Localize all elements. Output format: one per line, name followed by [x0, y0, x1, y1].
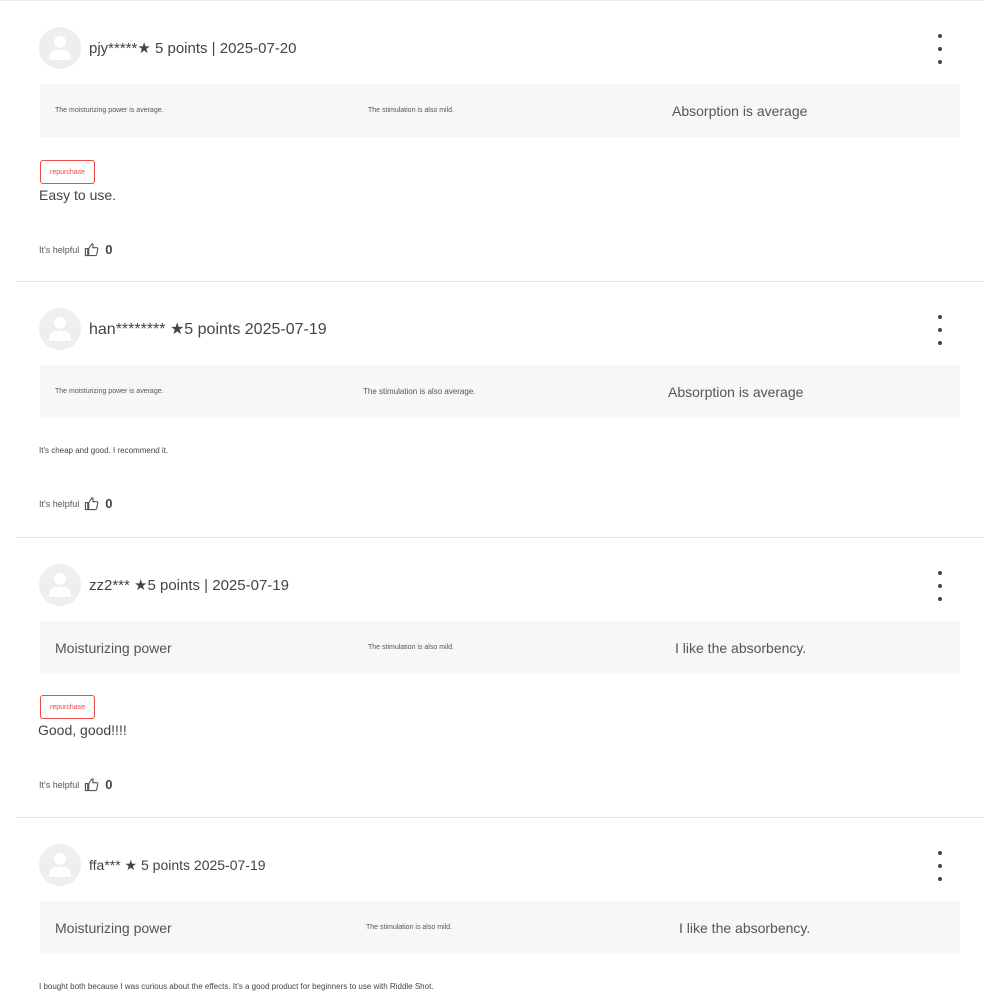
review-card: pjy*****★ 5 points | 2025-07-20 The mois…: [16, 1, 984, 282]
review-username: zz2*** ★5 points | 2025-07-19: [89, 577, 289, 594]
helpful-row: It's helpful 0: [39, 777, 112, 792]
attribute-stimulation: The stimulation is also mild.: [368, 644, 454, 651]
review-username: han******** ★5 points 2025-07-19: [89, 321, 327, 338]
review-header: han******** ★5 points 2025-07-19: [39, 307, 327, 351]
review-header: ffa*** ★ 5 points 2025-07-19: [39, 843, 266, 887]
review-text: Easy to use.: [39, 187, 117, 203]
avatar[interactable]: [39, 308, 81, 350]
more-options-icon[interactable]: [934, 34, 946, 64]
avatar[interactable]: [39, 27, 81, 69]
review-header: pjy*****★ 5 points | 2025-07-20: [39, 26, 296, 70]
helpful-count: 0: [105, 777, 113, 792]
helpful-label: It's helpful: [39, 779, 80, 790]
repurchase-badge: repurchase: [40, 160, 95, 184]
helpful-count: 0: [105, 242, 113, 257]
attribute-absorption: I like the absorbency.: [679, 919, 811, 936]
more-options-icon[interactable]: [934, 315, 946, 345]
review-card: zz2*** ★5 points | 2025-07-19 Moisturizi…: [16, 538, 984, 818]
review-card: han******** ★5 points 2025-07-19 The moi…: [16, 282, 984, 538]
helpful-count: 0: [105, 496, 113, 511]
review-card: ffa*** ★ 5 points 2025-07-19 Moisturizin…: [16, 818, 984, 1000]
helpful-label: It's helpful: [39, 498, 80, 509]
helpful-row: It's helpful 0: [39, 242, 112, 257]
attribute-stimulation: The stimulation is also mild.: [368, 107, 454, 114]
attribute-moisturizing: The moisturizing power is average.: [55, 388, 164, 395]
review-attributes: The moisturizing power is average. The s…: [40, 365, 960, 418]
review-text: I bought both because I was curious abou…: [39, 982, 434, 991]
attribute-moisturizing: Moisturizing power: [55, 919, 172, 936]
avatar[interactable]: [39, 844, 81, 886]
helpful-row: It's helpful 0: [39, 496, 112, 511]
review-username: ffa*** ★ 5 points 2025-07-19: [89, 856, 266, 873]
attribute-absorption: I like the absorbency.: [675, 639, 807, 656]
repurchase-badge: repurchase: [40, 695, 95, 719]
review-attributes: Moisturizing power The stimulation is al…: [40, 621, 960, 674]
attribute-stimulation: The stimulation is also average.: [363, 387, 476, 396]
thumbs-up-icon[interactable]: [84, 496, 99, 511]
more-options-icon[interactable]: [934, 851, 946, 881]
review-header: zz2*** ★5 points | 2025-07-19: [39, 563, 289, 607]
thumbs-up-icon[interactable]: [84, 242, 99, 257]
attribute-moisturizing: The moisturizing power is average.: [55, 107, 164, 114]
more-options-icon[interactable]: [934, 571, 946, 601]
thumbs-up-icon[interactable]: [84, 777, 99, 792]
attribute-moisturizing: Moisturizing power: [55, 639, 172, 656]
review-text: Good, good!!!!: [38, 722, 127, 738]
attribute-absorption: Absorption is average: [672, 102, 808, 119]
review-username: pjy*****★ 5 points | 2025-07-20: [89, 40, 297, 57]
avatar[interactable]: [39, 564, 81, 606]
review-attributes: Moisturizing power The stimulation is al…: [40, 901, 960, 954]
attribute-absorption: Absorption is average: [668, 383, 804, 400]
review-attributes: The moisturizing power is average. The s…: [40, 84, 960, 137]
helpful-label: It's helpful: [39, 244, 80, 255]
review-text: It's cheap and good. I recommend it.: [39, 446, 169, 455]
attribute-stimulation: The stimulation is also mild.: [366, 924, 452, 931]
